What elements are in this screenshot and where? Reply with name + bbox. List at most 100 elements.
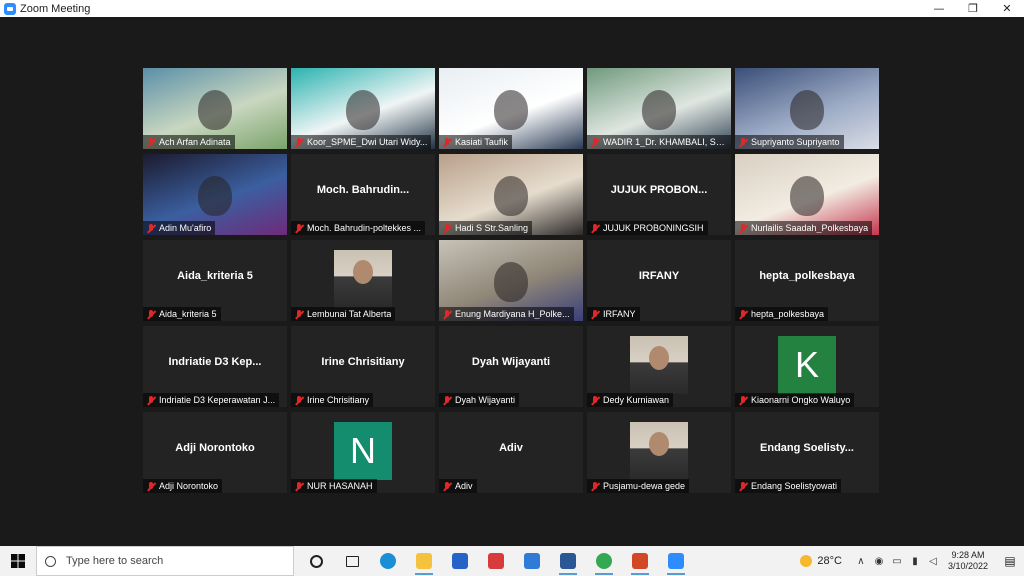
meet-now-icon[interactable]: ◉ [871,556,887,567]
participant-tile[interactable]: Pusjamu-dewa gede [587,412,731,493]
participant-name: Kasiati Taufik [455,137,508,147]
participant-tile[interactable]: Enung Mardiyana H_Polke... [439,240,583,321]
participant-tile[interactable]: Dedy Kurniawan [587,326,731,407]
windows-logo-icon [11,554,25,568]
participant-display-name: hepta_polkesbaya [759,270,855,282]
participant-name: Indriatie D3 Keperawatan J... [159,395,276,405]
muted-mic-icon [293,395,305,406]
restore-button[interactable]: ❐ [956,0,990,17]
person-silhouette [790,176,824,216]
zoom-taskbar-button[interactable] [658,546,694,576]
participant-tile[interactable]: IRFANY IRFANY [587,240,731,321]
temperature: 28°C [817,555,842,567]
participant-label: NUR HASANAH [291,479,377,493]
participant-label: Pusjamu-dewa gede [587,479,690,493]
participant-tile[interactable]: Endang Soelisty... Endang Soelistyowati [735,412,879,493]
file-explorer-taskbar-button[interactable] [406,546,442,576]
profile-photo [630,422,688,480]
participant-label: Dedy Kurniawan [587,393,674,407]
participant-name: Hadi S Str.Sanling [455,223,529,233]
muted-mic-icon [589,309,601,320]
edge-taskbar-button[interactable] [370,546,406,576]
notification-icon[interactable]: ▤ [996,546,1024,576]
word-taskbar-button[interactable] [550,546,586,576]
muted-mic-icon [441,309,453,320]
mail-taskbar-button[interactable] [514,546,550,576]
participant-label: Supriyanto Supriyanto [735,135,844,149]
zoom-icon [668,553,684,569]
chevron-up-icon[interactable]: ∧ [853,556,869,567]
cortana-taskbar-button[interactable] [298,546,334,576]
participant-label: Adin Mu'afiro [143,221,216,235]
start-button[interactable] [0,546,36,576]
participant-tile[interactable]: WADIR 1_Dr. KHAMBALI, ST., ... [587,68,731,149]
participant-tile[interactable]: Lembunai Tat Alberta [291,240,435,321]
muted-mic-icon [737,395,749,406]
minimize-button[interactable]: — [922,0,956,17]
participant-display-name: Endang Soelisty... [760,442,854,454]
muted-mic-icon [589,395,601,406]
participant-name: Supriyanto Supriyanto [751,137,840,147]
participant-name: Irine Chrisitiany [307,395,370,405]
volume-icon[interactable]: ◁ [925,556,941,567]
participant-tile[interactable]: Adin Mu'afiro [143,154,287,235]
taskbar-search-box[interactable]: Type here to search [36,546,294,576]
participant-tile[interactable]: Hadi S Str.Sanling [439,154,583,235]
participant-tile[interactable]: Ach Arfan Adinata [143,68,287,149]
gallery-grid: Ach Arfan Adinata Koor_SPME_Dwi Utari Wid… [143,68,881,493]
participant-tile[interactable]: Nurlailis Saadah_Polkesbaya [735,154,879,235]
participant-tile[interactable]: Irine Chrisitiany Irine Chrisitiany [291,326,435,407]
avatar-letter: N [334,422,392,480]
search-placeholder: Type here to search [66,555,164,567]
participant-name: Adin Mu'afiro [159,223,212,233]
participant-name: Ach Arfan Adinata [159,137,231,147]
participant-label: Kiaonarni Ongko Waluyo [735,393,855,407]
battery-icon[interactable]: ▮ [907,556,923,567]
network-icon[interactable]: ▭ [889,556,905,567]
participant-tile[interactable]: hepta_polkesbaya hepta_polkesbaya [735,240,879,321]
weather-widget[interactable]: 28°C [800,555,842,567]
muted-mic-icon [737,223,749,234]
muted-mic-icon [145,395,157,406]
muted-mic-icon [293,481,305,492]
participant-name: Lembunai Tat Alberta [307,309,392,319]
person-silhouette [494,176,528,216]
participant-tile[interactable]: K Kiaonarni Ongko Waluyo [735,326,879,407]
participant-tile[interactable]: Adji Norontoko Adji Norontoko [143,412,287,493]
chrome-taskbar-button[interactable] [586,546,622,576]
participant-tile[interactable]: Dyah Wijayanti Dyah Wijayanti [439,326,583,407]
muted-mic-icon [293,137,305,148]
powerpoint-taskbar-button[interactable] [622,546,658,576]
gift-taskbar-button[interactable] [478,546,514,576]
participant-label: JUJUK PROBONINGSIH [587,221,708,235]
task-view-taskbar-button[interactable] [334,546,370,576]
store-taskbar-button[interactable] [442,546,478,576]
participant-label: WADIR 1_Dr. KHAMBALI, ST., ... [587,135,731,149]
participant-tile[interactable]: Supriyanto Supriyanto [735,68,879,149]
word-icon [560,553,576,569]
participant-label: Aida_kriteria 5 [143,307,221,321]
participant-tile[interactable]: Adiv Adiv [439,412,583,493]
profile-photo [630,336,688,394]
participant-tile[interactable]: N NUR HASANAH [291,412,435,493]
participant-tile[interactable]: Kasiati Taufik [439,68,583,149]
participant-name: Moch. Bahrudin-poltekkes ... [307,223,422,233]
participant-tile[interactable]: Indriatie D3 Kep... Indriatie D3 Keperawa… [143,326,287,407]
close-button[interactable]: ✕ [990,0,1024,17]
participant-display-name: Adiv [499,442,523,454]
participant-tile[interactable]: Aida_kriteria 5 Aida_kriteria 5 [143,240,287,321]
participant-name: Adji Norontoko [159,481,219,491]
participant-display-name: Aida_kriteria 5 [177,270,253,282]
participant-tile[interactable]: Koor_SPME_Dwi Utari Widy... [291,68,435,149]
participant-name: Dyah Wijayanti [455,395,516,405]
clock[interactable]: 9:28 AM 3/10/2022 [948,550,988,572]
participant-tile[interactable]: JUJUK PROBON... JUJUK PROBONINGSIH [587,154,731,235]
powerpoint-icon [632,553,648,569]
participant-name: NUR HASANAH [307,481,373,491]
participant-label: Adiv [439,479,477,493]
participant-tile[interactable]: Moch. Bahrudin... Moch. Bahrudin-poltekke… [291,154,435,235]
clock-time: 9:28 AM [951,550,985,560]
muted-mic-icon [441,481,453,492]
participant-label: Ach Arfan Adinata [143,135,235,149]
participant-name: Kiaonarni Ongko Waluyo [751,395,851,405]
